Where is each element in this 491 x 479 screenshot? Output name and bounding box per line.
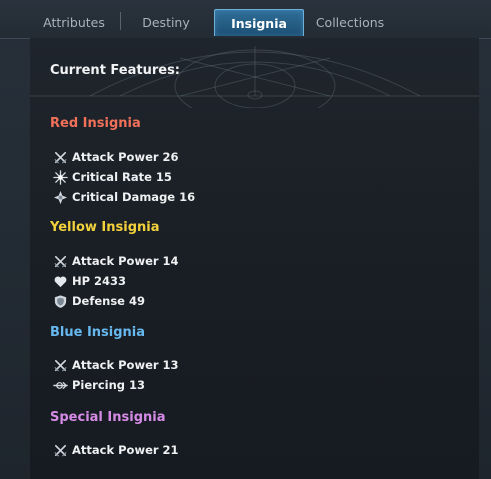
crossed-swords-icon [52,357,68,373]
insignia-panel: Current Features: Red Insignia Attack Po… [30,38,479,479]
tab-attributes[interactable]: Attributes [34,9,114,35]
stat-row: Piercing 13 [52,376,145,394]
heart-icon [52,273,68,289]
stat-text: Critical Rate 15 [72,170,172,184]
tab-collections[interactable]: Collections [308,9,392,35]
stat-row: Attack Power 26 [52,148,179,166]
crossed-swords-icon [52,149,68,165]
stat-text: Piercing 13 [72,378,146,392]
stat-text: Critical Damage 16 [72,190,196,204]
stat-text: Attack Power 14 [72,254,179,268]
stat-text: Defense 49 [72,294,145,308]
stat-row: Attack Power 14 [52,252,179,270]
left-side-frame [0,0,30,479]
piercing-icon [52,377,68,393]
right-side-frame [479,0,491,479]
tab-bar: Attributes Destiny Insignia Collections [0,0,491,39]
crossed-swords-icon [52,253,68,269]
red-insignia-title: Red Insignia [50,116,141,131]
tab-destiny[interactable]: Destiny [126,9,206,35]
yellow-insignia-title: Yellow Insignia [50,220,160,235]
stat-text: Attack Power 21 [72,443,179,457]
stat-row: Attack Power 13 [52,356,179,374]
tab-separator [120,12,121,30]
critical-damage-icon [52,189,68,205]
stat-row: Critical Rate 15 [52,168,172,186]
critical-burst-icon [52,169,68,185]
stat-row: HP 2433 [52,272,126,290]
special-insignia-title: Special Insignia [50,410,166,425]
stat-text: HP 2433 [72,274,127,288]
stat-row: Defense 49 [52,292,145,310]
stat-row: Attack Power 21 [52,441,179,459]
stat-text: Attack Power 26 [72,150,179,164]
stat-text: Attack Power 13 [72,358,179,372]
blue-insignia-title: Blue Insignia [50,325,146,340]
stat-row: Critical Damage 16 [52,188,195,206]
current-features-title: Current Features: [50,63,181,78]
tab-insignia[interactable]: Insignia [214,9,304,36]
shield-icon [52,293,68,309]
crossed-swords-icon [52,442,68,458]
